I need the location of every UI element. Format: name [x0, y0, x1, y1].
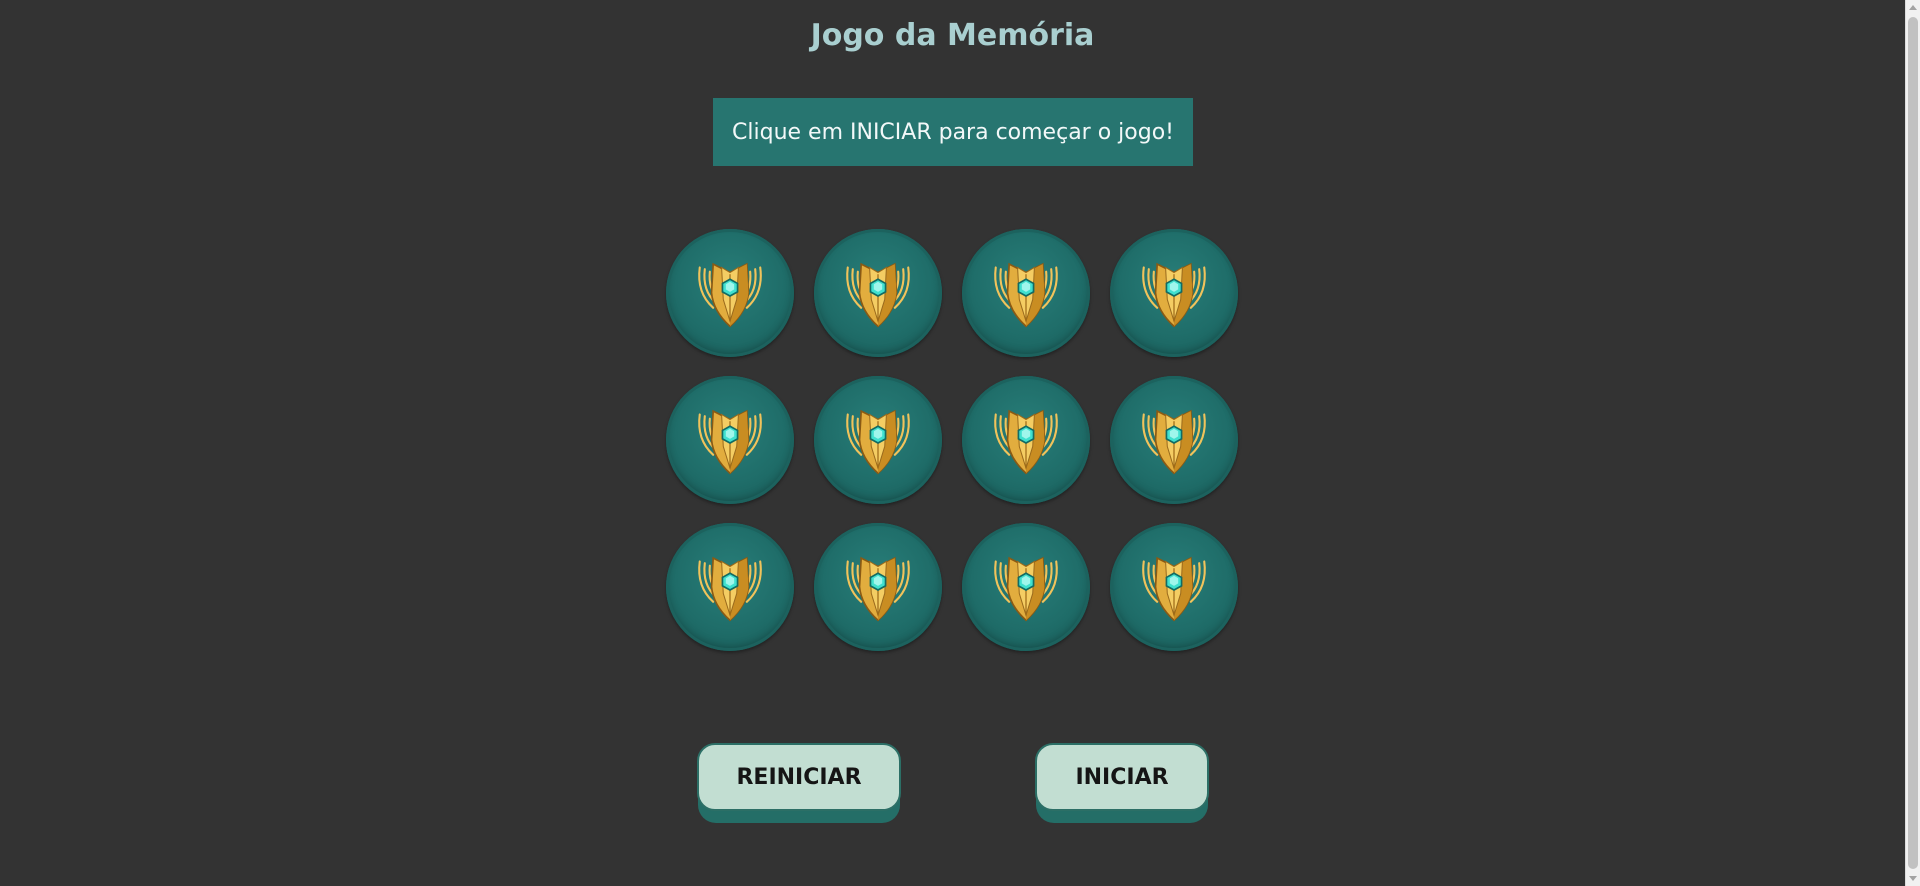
- memory-card[interactable]: [666, 523, 794, 651]
- mastery-emblem-icon: [688, 249, 772, 337]
- mastery-emblem-icon: [688, 396, 772, 484]
- memory-card[interactable]: [814, 523, 942, 651]
- memory-card[interactable]: [1110, 229, 1238, 357]
- mastery-emblem-icon: [836, 543, 920, 631]
- page-title: Jogo da Memória: [810, 18, 1095, 53]
- scroll-up-arrow-icon[interactable]: [1909, 5, 1917, 10]
- memory-card[interactable]: [666, 376, 794, 504]
- mastery-emblem-icon: [984, 396, 1068, 484]
- mastery-emblem-icon: [1132, 396, 1216, 484]
- mastery-emblem-icon: [836, 396, 920, 484]
- memory-card[interactable]: [962, 523, 1090, 651]
- mastery-emblem-icon: [984, 249, 1068, 337]
- start-button[interactable]: INICIAR: [1035, 743, 1209, 811]
- memory-card[interactable]: [1110, 523, 1238, 651]
- memory-card[interactable]: [962, 376, 1090, 504]
- restart-button[interactable]: REINICIAR: [697, 743, 901, 811]
- memory-card[interactable]: [814, 376, 942, 504]
- mastery-emblem-icon: [1132, 543, 1216, 631]
- memory-card[interactable]: [1110, 376, 1238, 504]
- vertical-scrollbar[interactable]: [1905, 0, 1920, 886]
- card-board: [666, 229, 1238, 651]
- memory-card[interactable]: [962, 229, 1090, 357]
- mastery-emblem-icon: [836, 249, 920, 337]
- mastery-emblem-icon: [1132, 249, 1216, 337]
- memory-game-page: Jogo da Memória Clique em INICIAR para c…: [0, 0, 1905, 886]
- scroll-down-arrow-icon[interactable]: [1909, 876, 1917, 881]
- memory-card[interactable]: [666, 229, 794, 357]
- scrollbar-thumb[interactable]: [1908, 17, 1918, 869]
- status-message: Clique em INICIAR para começar o jogo!: [713, 98, 1193, 166]
- mastery-emblem-icon: [688, 543, 772, 631]
- mastery-emblem-icon: [984, 543, 1068, 631]
- status-message-text: Clique em INICIAR para começar o jogo!: [732, 119, 1174, 145]
- memory-card[interactable]: [814, 229, 942, 357]
